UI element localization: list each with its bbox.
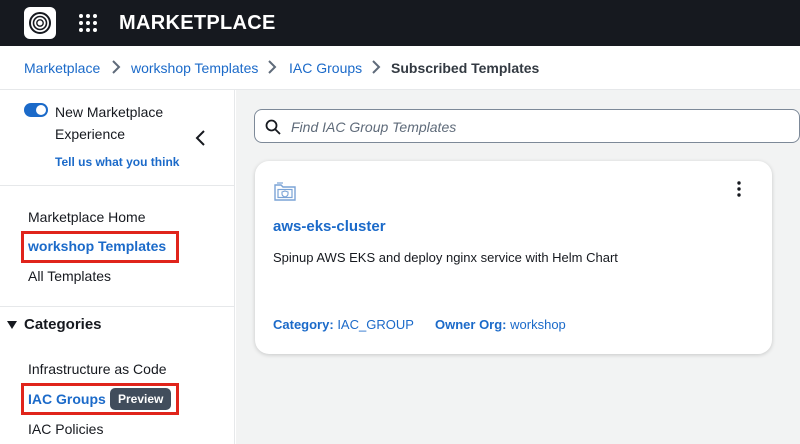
- new-experience-label: New Marketplace: [55, 104, 164, 120]
- preview-badge: Preview: [110, 388, 172, 410]
- sidebar: New Marketplace Experience Tell us what …: [0, 90, 235, 444]
- sidebar-item-workshop-templates[interactable]: workshop Templates: [28, 238, 166, 254]
- sidebar-item-iac-groups[interactable]: IAC Groups: [28, 391, 106, 407]
- concentric-rings-logo-icon[interactable]: [24, 7, 56, 39]
- search-input[interactable]: [291, 116, 781, 138]
- breadcrumb-marketplace[interactable]: Marketplace: [24, 60, 100, 76]
- card-title[interactable]: aws-eks-cluster: [273, 218, 386, 235]
- divider: [0, 306, 235, 307]
- search-box[interactable]: [254, 109, 800, 143]
- sidebar-item-marketplace-home[interactable]: Marketplace Home: [28, 209, 146, 225]
- category-label: Category:: [273, 317, 334, 332]
- breadcrumb-subscribed-templates: Subscribed Templates: [391, 60, 540, 76]
- divider: [0, 185, 235, 186]
- template-card[interactable]: aws-eks-cluster Spinup AWS EKS and deplo…: [255, 161, 772, 354]
- card-category: Category: IAC_GROUP: [273, 317, 414, 332]
- template-group-icon: [274, 182, 296, 201]
- chevron-right-icon: [372, 60, 381, 74]
- breadcrumb-workshop-templates[interactable]: workshop Templates: [131, 60, 258, 76]
- chevron-right-icon: [268, 60, 277, 74]
- new-experience-label-line2: Experience: [55, 126, 126, 142]
- more-options-kebab-icon[interactable]: [733, 180, 745, 198]
- sidebar-item-infrastructure-as-code[interactable]: Infrastructure as Code: [28, 361, 167, 377]
- owner-org-value: workshop: [510, 317, 566, 332]
- owner-org-label: Owner Org:: [435, 317, 507, 332]
- breadcrumb-iac-groups[interactable]: IAC Groups: [289, 60, 362, 76]
- collapse-sidebar-chevron-left-icon[interactable]: [194, 129, 208, 147]
- sidebar-item-iac-policies[interactable]: IAC Policies: [28, 421, 103, 437]
- new-experience-toggle[interactable]: [24, 103, 48, 117]
- main-content: aws-eks-cluster Spinup AWS EKS and deplo…: [236, 90, 800, 444]
- card-description: Spinup AWS EKS and deploy nginx service …: [273, 250, 618, 265]
- categories-heading[interactable]: Categories: [24, 316, 102, 333]
- grid-apps-icon[interactable]: [78, 13, 98, 33]
- sidebar-item-all-templates[interactable]: All Templates: [28, 268, 111, 284]
- breadcrumb: Marketplace workshop Templates IAC Group…: [0, 46, 800, 90]
- search-icon: [265, 119, 281, 135]
- app-title: MARKETPLACE: [119, 12, 276, 34]
- caret-down-icon[interactable]: [7, 320, 17, 330]
- top-nav-bar: MARKETPLACE: [0, 0, 800, 46]
- chevron-right-icon: [112, 60, 121, 74]
- card-owner-org: Owner Org: workshop: [435, 317, 566, 332]
- feedback-link[interactable]: Tell us what you think: [55, 155, 179, 169]
- category-value: IAC_GROUP: [337, 317, 414, 332]
